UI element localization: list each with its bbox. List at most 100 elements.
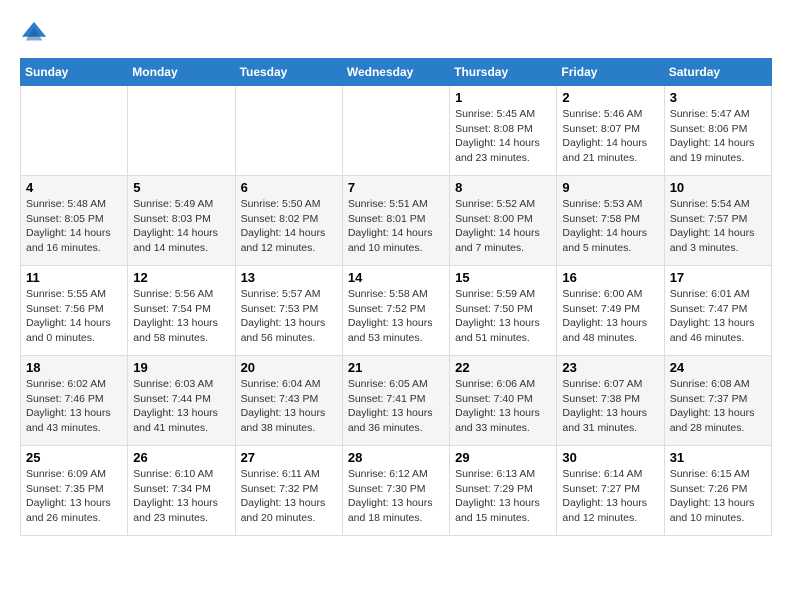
weekday-header-sunday: Sunday xyxy=(21,59,128,86)
calendar-cell xyxy=(128,86,235,176)
day-number: 4 xyxy=(26,180,122,195)
day-number: 22 xyxy=(455,360,551,375)
calendar-cell: 28Sunrise: 6:12 AMSunset: 7:30 PMDayligh… xyxy=(342,446,449,536)
calendar-cell: 26 Sunrise: 6:10 AMSunset: 7:34 PMDayligh… xyxy=(128,446,235,536)
day-number: 31 xyxy=(670,450,766,465)
calendar-week-1: 1 Sunrise: 5:45 AMSunset: 8:08 PMDaylight… xyxy=(21,86,772,176)
page-header xyxy=(20,20,772,48)
calendar-cell: 19 Sunrise: 6:03 AMSunset: 7:44 PMDayligh… xyxy=(128,356,235,446)
day-number: 19 xyxy=(133,360,229,375)
calendar-cell: 7 Sunrise: 5:51 AMSunset: 8:01 PMDaylight… xyxy=(342,176,449,266)
day-number: 20 xyxy=(241,360,337,375)
day-number: 11 xyxy=(26,270,122,285)
day-number: 7 xyxy=(348,180,444,195)
logo xyxy=(20,20,52,48)
day-number: 5 xyxy=(133,180,229,195)
day-info: Sunrise: 5:54 AMSunset: 7:57 PMDaylight:… xyxy=(670,197,766,256)
calendar-cell: 13Sunrise: 5:57 AMSunset: 7:53 PMDayligh… xyxy=(235,266,342,356)
day-info: Sunrise: 6:06 AMSunset: 7:40 PMDaylight:… xyxy=(455,377,551,436)
calendar-cell xyxy=(21,86,128,176)
calendar-cell: 31Sunrise: 6:15 AMSunset: 7:26 PMDayligh… xyxy=(664,446,771,536)
calendar-cell: 5 Sunrise: 5:49 AMSunset: 8:03 PMDaylight… xyxy=(128,176,235,266)
calendar-cell: 25Sunrise: 6:09 AMSunset: 7:35 PMDayligh… xyxy=(21,446,128,536)
day-info: Sunrise: 5:56 AMSunset: 7:54 PMDaylight:… xyxy=(133,287,229,346)
calendar-cell: 3 Sunrise: 5:47 AMSunset: 8:06 PMDaylight… xyxy=(664,86,771,176)
calendar-cell: 16 Sunrise: 6:00 AMSunset: 7:49 PMDayligh… xyxy=(557,266,664,356)
day-info: Sunrise: 5:59 AMSunset: 7:50 PMDaylight:… xyxy=(455,287,551,346)
day-info: Sunrise: 6:01 AMSunset: 7:47 PMDaylight:… xyxy=(670,287,766,346)
calendar-cell: 20 Sunrise: 6:04 AMSunset: 7:43 PMDayligh… xyxy=(235,356,342,446)
calendar-cell: 27 Sunrise: 6:11 AMSunset: 7:32 PMDayligh… xyxy=(235,446,342,536)
day-number: 18 xyxy=(26,360,122,375)
calendar-cell: 30 Sunrise: 6:14 AMSunset: 7:27 PMDayligh… xyxy=(557,446,664,536)
weekday-header-saturday: Saturday xyxy=(664,59,771,86)
day-number: 25 xyxy=(26,450,122,465)
logo-icon xyxy=(20,20,48,48)
day-info: Sunrise: 6:14 AMSunset: 7:27 PMDaylight:… xyxy=(562,467,658,526)
day-number: 30 xyxy=(562,450,658,465)
day-number: 27 xyxy=(241,450,337,465)
calendar-cell: 21 Sunrise: 6:05 AMSunset: 7:41 PMDayligh… xyxy=(342,356,449,446)
calendar-cell: 14 Sunrise: 5:58 AMSunset: 7:52 PMDayligh… xyxy=(342,266,449,356)
calendar-cell: 17 Sunrise: 6:01 AMSunset: 7:47 PMDayligh… xyxy=(664,266,771,356)
calendar-cell: 2Sunrise: 5:46 AMSunset: 8:07 PMDaylight… xyxy=(557,86,664,176)
day-info: Sunrise: 6:12 AMSunset: 7:30 PMDaylight:… xyxy=(348,467,444,526)
day-info: Sunrise: 6:04 AMSunset: 7:43 PMDaylight:… xyxy=(241,377,337,436)
day-info: Sunrise: 5:50 AMSunset: 8:02 PMDaylight:… xyxy=(241,197,337,256)
calendar-cell: 23Sunrise: 6:07 AMSunset: 7:38 PMDayligh… xyxy=(557,356,664,446)
day-number: 21 xyxy=(348,360,444,375)
weekday-header-friday: Friday xyxy=(557,59,664,86)
calendar-cell: 11 Sunrise: 5:55 AMSunset: 7:56 PMDayligh… xyxy=(21,266,128,356)
day-info: Sunrise: 6:05 AMSunset: 7:41 PMDaylight:… xyxy=(348,377,444,436)
day-info: Sunrise: 5:55 AMSunset: 7:56 PMDaylight:… xyxy=(26,287,122,346)
day-number: 17 xyxy=(670,270,766,285)
day-number: 15 xyxy=(455,270,551,285)
calendar-cell: 4 Sunrise: 5:48 AMSunset: 8:05 PMDaylight… xyxy=(21,176,128,266)
calendar-cell: 9 Sunrise: 5:53 AMSunset: 7:58 PMDaylight… xyxy=(557,176,664,266)
day-number: 29 xyxy=(455,450,551,465)
calendar-cell: 29Sunrise: 6:13 AMSunset: 7:29 PMDayligh… xyxy=(450,446,557,536)
calendar-cell: 1 Sunrise: 5:45 AMSunset: 8:08 PMDaylight… xyxy=(450,86,557,176)
day-number: 26 xyxy=(133,450,229,465)
calendar-cell: 12 Sunrise: 5:56 AMSunset: 7:54 PMDayligh… xyxy=(128,266,235,356)
day-info: Sunrise: 6:00 AMSunset: 7:49 PMDaylight:… xyxy=(562,287,658,346)
day-number: 24 xyxy=(670,360,766,375)
day-number: 14 xyxy=(348,270,444,285)
calendar-cell: 24 Sunrise: 6:08 AMSunset: 7:37 PMDayligh… xyxy=(664,356,771,446)
day-number: 3 xyxy=(670,90,766,105)
weekday-header-monday: Monday xyxy=(128,59,235,86)
day-number: 1 xyxy=(455,90,551,105)
calendar-cell xyxy=(342,86,449,176)
day-info: Sunrise: 5:58 AMSunset: 7:52 PMDaylight:… xyxy=(348,287,444,346)
calendar-cell: 15 Sunrise: 5:59 AMSunset: 7:50 PMDayligh… xyxy=(450,266,557,356)
day-info: Sunrise: 5:49 AMSunset: 8:03 PMDaylight:… xyxy=(133,197,229,256)
day-info: Sunrise: 6:11 AMSunset: 7:32 PMDaylight:… xyxy=(241,467,337,526)
day-number: 9 xyxy=(562,180,658,195)
day-info: Sunrise: 6:08 AMSunset: 7:37 PMDaylight:… xyxy=(670,377,766,436)
day-number: 13 xyxy=(241,270,337,285)
day-number: 12 xyxy=(133,270,229,285)
day-info: Sunrise: 5:53 AMSunset: 7:58 PMDaylight:… xyxy=(562,197,658,256)
calendar-week-4: 18Sunrise: 6:02 AMSunset: 7:46 PMDayligh… xyxy=(21,356,772,446)
calendar-week-5: 25Sunrise: 6:09 AMSunset: 7:35 PMDayligh… xyxy=(21,446,772,536)
calendar-cell: 8Sunrise: 5:52 AMSunset: 8:00 PMDaylight… xyxy=(450,176,557,266)
day-info: Sunrise: 5:52 AMSunset: 8:00 PMDaylight:… xyxy=(455,197,551,256)
day-number: 10 xyxy=(670,180,766,195)
weekday-header-tuesday: Tuesday xyxy=(235,59,342,86)
day-info: Sunrise: 5:51 AMSunset: 8:01 PMDaylight:… xyxy=(348,197,444,256)
calendar-cell: 10 Sunrise: 5:54 AMSunset: 7:57 PMDayligh… xyxy=(664,176,771,266)
day-info: Sunrise: 6:10 AMSunset: 7:34 PMDaylight:… xyxy=(133,467,229,526)
day-info: Sunrise: 6:03 AMSunset: 7:44 PMDaylight:… xyxy=(133,377,229,436)
day-info: Sunrise: 5:48 AMSunset: 8:05 PMDaylight:… xyxy=(26,197,122,256)
weekday-header-row: SundayMondayTuesdayWednesdayThursdayFrid… xyxy=(21,59,772,86)
calendar-week-3: 11 Sunrise: 5:55 AMSunset: 7:56 PMDayligh… xyxy=(21,266,772,356)
day-info: Sunrise: 5:47 AMSunset: 8:06 PMDaylight:… xyxy=(670,107,766,166)
day-number: 6 xyxy=(241,180,337,195)
day-info: Sunrise: 6:07 AMSunset: 7:38 PMDaylight:… xyxy=(562,377,658,436)
weekday-header-thursday: Thursday xyxy=(450,59,557,86)
day-number: 16 xyxy=(562,270,658,285)
calendar-cell: 22 Sunrise: 6:06 AMSunset: 7:40 PMDayligh… xyxy=(450,356,557,446)
day-info: Sunrise: 5:45 AMSunset: 8:08 PMDaylight:… xyxy=(455,107,551,166)
calendar-cell: 6 Sunrise: 5:50 AMSunset: 8:02 PMDaylight… xyxy=(235,176,342,266)
calendar-cell xyxy=(235,86,342,176)
